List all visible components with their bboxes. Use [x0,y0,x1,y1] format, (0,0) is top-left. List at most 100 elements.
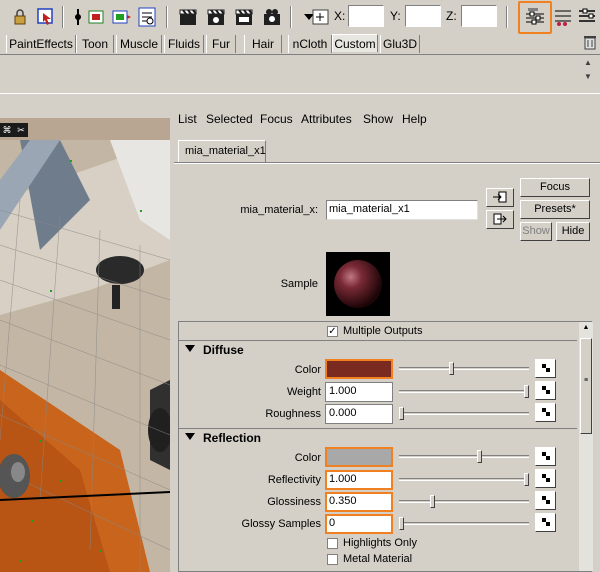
attribute-vertical-scrollbar[interactable]: ▲ ≡ [579,322,593,571]
slider-thumb[interactable] [524,385,529,398]
glossiness-field[interactable]: 0.350 [325,492,393,512]
node-type-label: mia_material_x: [240,204,318,216]
status-line-toolbar: X: Y: Z: [0,0,600,34]
render-view-icon[interactable] [262,7,282,27]
glossy-samples-field[interactable]: 0 [325,514,393,534]
shelf-tab-fur[interactable]: Fur [206,35,236,53]
multiple-outputs-label: Multiple Outputs [343,325,423,337]
diffuse-section-header[interactable]: Diffuse [179,340,577,358]
shelf-tab-muscle[interactable]: Muscle [116,35,162,53]
menu-attributes[interactable]: Attributes [301,112,352,126]
tab-divider [174,162,600,164]
diffuse-roughness-slider[interactable] [399,407,529,421]
menu-help[interactable]: Help [402,112,427,126]
reflection-color-swatch[interactable] [325,447,393,467]
slider-thumb[interactable] [449,362,454,375]
hide-button[interactable]: Hide [556,222,590,241]
reflectivity-map-button[interactable] [535,469,556,488]
slider-thumb[interactable] [524,473,529,486]
attribute-editor-icon[interactable] [525,7,545,27]
focus-button[interactable]: Focus [520,178,590,197]
select-cursor-icon[interactable] [36,7,56,27]
reflection-section-header[interactable]: Reflection [179,428,577,446]
shelf-tab-toon[interactable]: Toon [76,35,114,53]
slider-thumb[interactable] [430,495,435,508]
glossiness-slider[interactable] [399,495,529,509]
shelf-tab-ncloth[interactable]: nCloth [288,35,332,53]
y-coord-input[interactable] [405,5,441,27]
node-name-field[interactable]: mia_material_x1 [326,200,478,220]
shelf-tab-bar: PaintEffects Toon Muscle Fluids Fur Hair… [0,34,600,54]
viewport-camera-icon[interactable]: ⌘ [0,123,14,137]
diffuse-color-slider[interactable] [399,362,529,376]
menu-selected[interactable]: Selected [206,112,253,126]
scene-viewport[interactable]: ⌘ ✂ [0,96,170,572]
shelf-tab-custom[interactable]: Custom [332,34,378,52]
output-arrow-icon [493,213,507,225]
shelf-tab-hair[interactable]: Hair [244,35,282,53]
trash-icon[interactable] [580,32,600,52]
diffuse-section-title: Diffuse [203,343,244,357]
diffuse-weight-map-button[interactable] [535,381,556,400]
shelf-content [0,54,600,94]
show-button[interactable]: Show [520,222,552,241]
reflection-color-slider[interactable] [399,450,529,464]
lock-icon[interactable] [10,7,30,27]
shelf-tab-painteffects[interactable]: PaintEffects [6,35,76,53]
render-settings-icon[interactable] [138,7,158,27]
input-arrow-icon [493,191,507,203]
presets-button[interactable]: Presets* [520,200,590,219]
channel-box-icon[interactable] [553,7,573,27]
snap-icon[interactable] [68,7,88,27]
glossy-samples-slider[interactable] [399,517,529,531]
x-coord-input[interactable] [348,5,384,27]
node-tab[interactable]: mia_material_x1 [178,140,266,162]
clapperboard-ipr-icon[interactable] [234,7,254,27]
glossy-samples-map-button[interactable] [535,513,556,532]
input-box-icon[interactable] [311,7,331,27]
z-coord-label: Z: [446,9,457,23]
diffuse-color-swatch[interactable] [325,359,393,379]
scrollbar-thumb[interactable]: ≡ [580,338,592,434]
diffuse-roughness-map-button[interactable] [535,403,556,422]
reflectivity-field[interactable]: 1.000 [325,470,393,490]
toolbar-separator [290,6,292,28]
viewport-lighting-icon[interactable]: ✂ [14,123,28,137]
slider-thumb[interactable] [477,450,482,463]
slider-thumb[interactable] [399,407,404,420]
menu-show[interactable]: Show [363,112,393,126]
reflectivity-label: Reflectivity [267,474,321,486]
glossy-samples-label: Glossy Samples [241,518,321,530]
clapperboard-icon[interactable] [206,7,226,27]
render-region-icon[interactable] [86,7,106,27]
shelf-tab-fluids[interactable]: Fluids [164,35,204,53]
metal-material-checkbox[interactable] [327,554,338,565]
reflection-color-map-button[interactable] [535,447,556,466]
menu-focus[interactable]: Focus [260,112,293,126]
multiple-outputs-checkbox[interactable]: ✓ [327,326,338,337]
glossiness-label: Glossiness [267,496,321,508]
z-coord-input[interactable] [461,5,497,27]
toolbar-separator [62,6,64,28]
scroll-up-icon[interactable]: ▲ [580,324,592,336]
shelf-tab-glu3d[interactable]: Glu3D [380,35,420,53]
menu-list[interactable]: List [178,112,197,126]
diffuse-weight-slider[interactable] [399,385,529,399]
clapperboard-icon[interactable] [178,7,198,27]
diffuse-roughness-field[interactable]: 0.000 [325,404,393,424]
input-connections-button[interactable] [486,188,514,207]
reflectivity-slider[interactable] [399,473,529,487]
metal-material-label: Metal Material [343,553,413,565]
diffuse-color-map-button[interactable] [535,359,556,378]
render-frame-icon[interactable] [112,7,132,27]
diffuse-weight-field[interactable]: 1.000 [325,382,393,402]
toolbar-separator [506,6,508,28]
slider-thumb[interactable] [399,517,404,530]
glossiness-map-button[interactable] [535,491,556,510]
toolbar-separator [166,6,168,28]
shelf-scroll-arrows[interactable]: ▲ ▼ [582,56,594,90]
output-connections-button[interactable] [486,210,514,229]
tool-settings-icon[interactable] [577,7,597,27]
highlights-only-checkbox[interactable] [327,538,338,549]
collapse-triangle-icon [185,345,195,352]
